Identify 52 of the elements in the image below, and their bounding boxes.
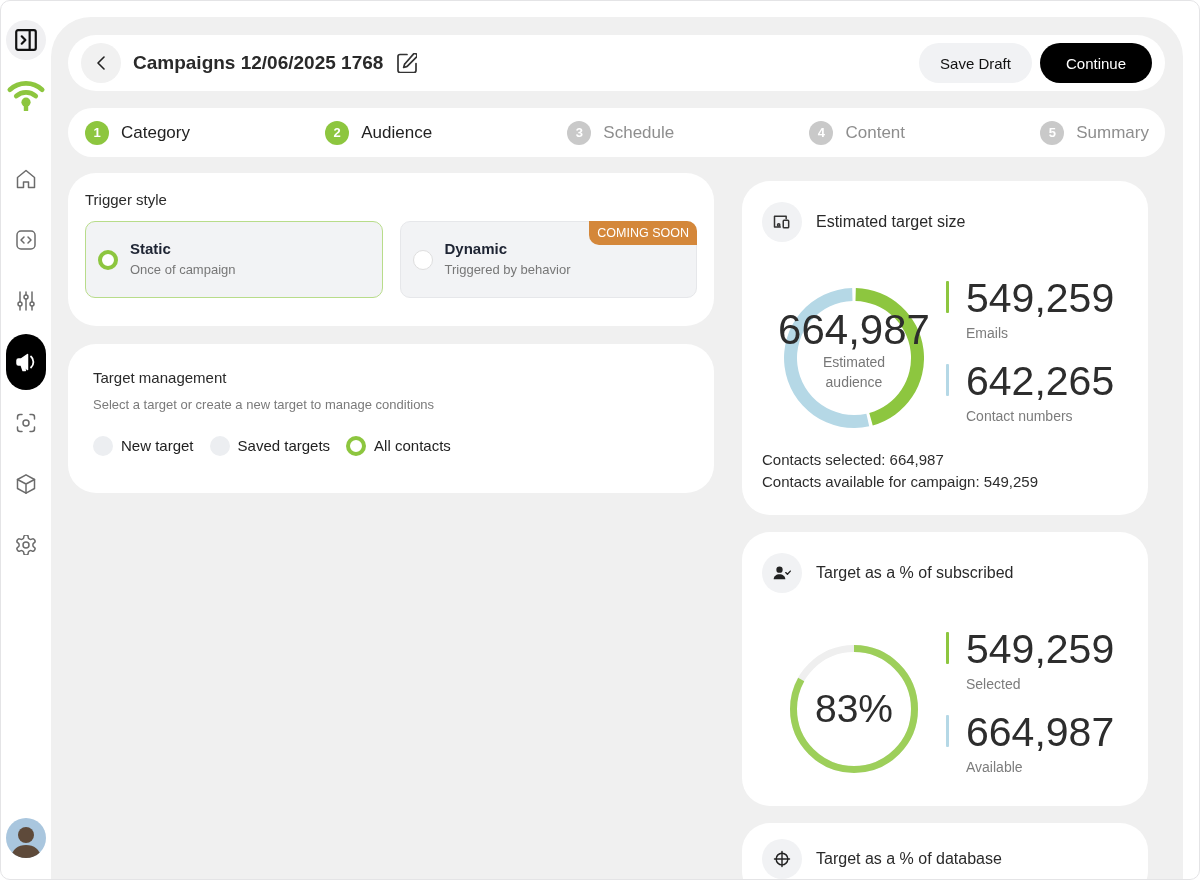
card-title: Trigger style [85,190,168,210]
crosshair-icon [762,839,802,879]
chevron-left-icon [97,56,105,70]
edit-icon[interactable] [397,53,418,73]
settings-icon [16,535,36,555]
stat-value: 664,987 [966,710,1115,754]
stat-label: Available [966,758,1024,777]
back-button[interactable] [81,43,121,83]
sidebar-toggle-icon [15,29,37,51]
stat-value: 549,259 [966,627,1115,671]
focus-icon [16,413,36,433]
sidebar-toggle-button[interactable] [6,20,46,60]
step-number: 1 [85,120,109,145]
card-title: Target management [93,368,228,388]
radio-option[interactable]: Saved targets [209,436,331,456]
option-title: Dynamic [444,239,509,259]
summary-note: Contacts selected: 664,987 [762,450,945,470]
coming-soon-badge: COMING SOON [589,221,697,245]
card-title: Estimated target size [816,213,966,231]
page-title: Campaigns 12/06/2025 1768 [133,52,384,74]
donut-center-label: Estimated audience [821,353,887,392]
step-tab[interactable]: 1 Category [85,120,190,145]
continue-button[interactable]: Continue [1039,43,1152,83]
devices-icon [762,202,802,242]
home-icon [16,169,36,189]
stat-label: Emails [966,324,1009,343]
card-title: Target as a % of database [816,850,1002,868]
radio-option[interactable]: New target [93,436,194,456]
cube-icon [16,474,36,494]
step-number: 2 [325,120,350,145]
card-subtitle: Select a target or create a new target to manage conditions [93,396,436,414]
megaphone-icon [16,352,36,372]
avatar[interactable] [6,818,46,858]
stat-value: 642,265 [966,359,1115,403]
card-title: Target as a % of subscribed [816,564,1014,582]
summary-note: Contacts available for campaign: 549,259 [762,472,1039,492]
trigger-option-card[interactable]: Static Once of campaign [85,221,383,298]
user-check-icon [762,553,802,593]
option-description: Triggered by behavior [444,261,571,279]
percentage-text: 83% [813,687,895,731]
sliders-icon [16,291,36,311]
save-draft-button[interactable]: Save Draft [919,43,1032,83]
option-description: Once of campaign [130,261,236,279]
trigger-option-card[interactable]: Dynamic Triggered by behavior COMING SOON [399,221,697,298]
stat-label: Contact numbers [966,407,1074,426]
stat-label: Selected [966,675,1022,694]
code-icon [16,230,36,250]
option-title: Static [130,239,172,259]
radio-option[interactable]: All contacts [346,436,451,456]
step-tab[interactable]: 2 Audience [325,120,433,145]
nav-button[interactable] [6,334,46,390]
stat-value: 549,259 [966,276,1115,320]
